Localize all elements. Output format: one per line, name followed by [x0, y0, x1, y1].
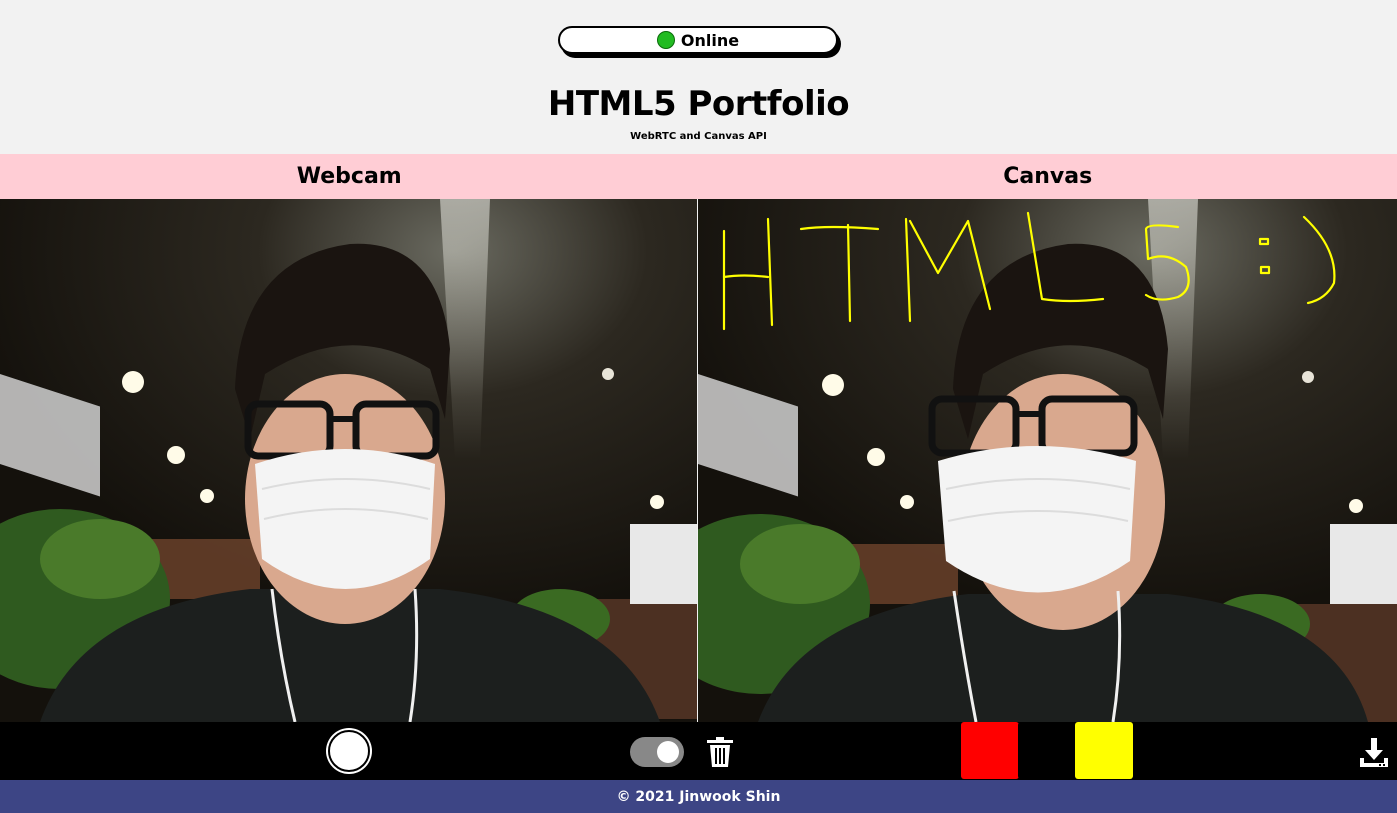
- header: Online HTML5 Portfolio WebRTC and Canvas…: [0, 0, 1397, 154]
- status-badge: Online: [558, 26, 838, 54]
- draw-toggle[interactable]: [630, 737, 684, 767]
- toggle-knob: [657, 741, 679, 763]
- status-dot-icon: [656, 31, 675, 49]
- webcam-video: [0, 199, 697, 722]
- webcam-label: Webcam: [296, 164, 402, 189]
- panel-labels: Webcam Canvas: [0, 154, 1397, 199]
- color-swatch-yellow[interactable]: [1075, 722, 1133, 779]
- page-subtitle: WebRTC and Canvas API: [630, 131, 767, 142]
- page-title: HTML5 Portfolio: [547, 84, 850, 124]
- trash-icon[interactable]: [706, 736, 734, 768]
- webcam-scene: [0, 199, 697, 722]
- status-text: Online: [680, 30, 740, 50]
- toolbar: [0, 722, 1397, 780]
- color-swatch-black[interactable]: [1018, 722, 1076, 779]
- download-icon[interactable]: [1358, 736, 1390, 768]
- footer-copyright: © 2021 Jinwook Shin: [616, 789, 781, 805]
- capture-button[interactable]: [328, 730, 370, 772]
- canvas-label: Canvas: [1003, 164, 1093, 189]
- canvas-scene: [698, 199, 1397, 722]
- color-swatch-red[interactable]: [961, 722, 1019, 779]
- drawing-canvas[interactable]: [698, 199, 1397, 722]
- footer: © 2021 Jinwook Shin: [0, 780, 1397, 813]
